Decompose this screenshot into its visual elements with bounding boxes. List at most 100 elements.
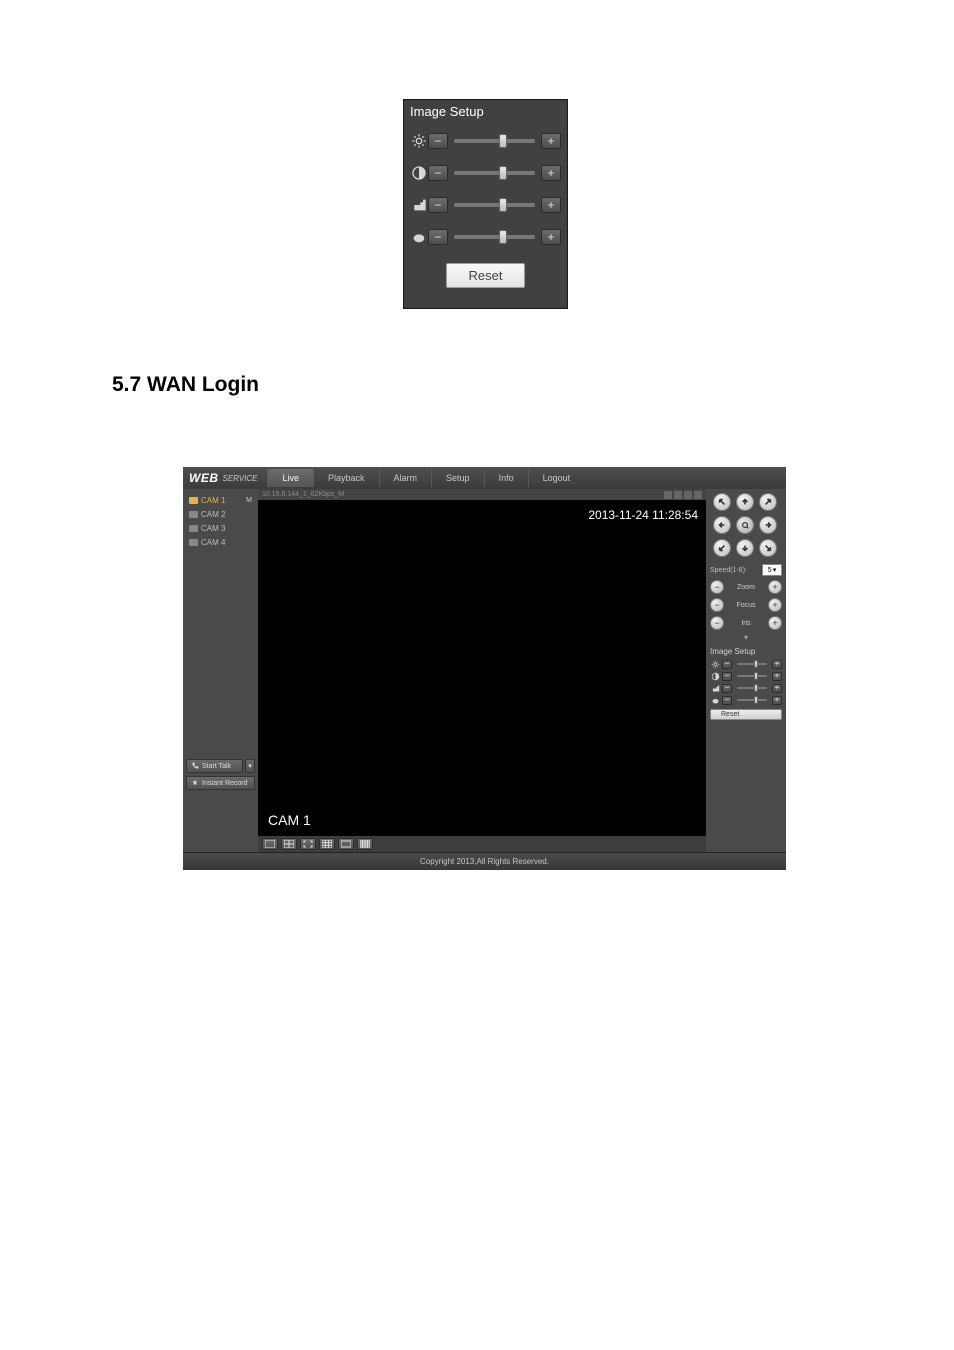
contrast-slider[interactable]	[454, 171, 535, 175]
info-icon-4[interactable]	[694, 491, 702, 499]
camera-icon	[189, 525, 198, 532]
contrast-row: − +	[404, 157, 567, 189]
ptz-down-left-button[interactable]	[713, 539, 731, 557]
layout-3x3-button[interactable]	[319, 838, 335, 850]
ptz-down-button[interactable]	[736, 539, 754, 557]
zoom-out-button[interactable]: −	[710, 580, 724, 594]
brightness-minus-button[interactable]: −	[428, 133, 448, 149]
layout-2x2-button[interactable]	[281, 838, 297, 850]
layout-fullscreen-button[interactable]	[300, 838, 316, 850]
info-icon-1[interactable]	[664, 491, 672, 499]
main-area: 10.15.6.144_1_62Kbps_M 2013-11-24 11:28:…	[258, 489, 706, 852]
start-talk-dropdown[interactable]: ▾	[245, 759, 255, 773]
mini-brightness-plus[interactable]: +	[772, 660, 782, 669]
saturation-minus-button[interactable]: −	[428, 197, 448, 213]
web-service-app: WEB SERVICE Live Playback Alarm Setup In…	[183, 467, 786, 870]
hue-plus-button[interactable]: +	[541, 229, 561, 245]
contrast-icon	[410, 164, 428, 182]
sidebar-cam-1[interactable]: CAM 1 M	[186, 493, 255, 507]
mini-hue-minus[interactable]: −	[722, 696, 732, 705]
speed-label: Speed(1-8):	[710, 567, 747, 574]
ptz-left-button[interactable]	[713, 516, 731, 534]
tab-live[interactable]: Live	[267, 469, 313, 487]
brightness-icon	[710, 659, 720, 669]
mini-brightness-row: − +	[710, 658, 782, 670]
mini-brightness-slider[interactable]	[737, 663, 767, 665]
cam-label: CAM 1	[201, 496, 225, 505]
contrast-plus-button[interactable]: +	[541, 165, 561, 181]
image-setup-panel: Image Setup − + − + − + − + Rese	[403, 99, 568, 309]
osd-timestamp: 2013-11-24 11:28:54	[588, 508, 698, 522]
focus-in-button[interactable]: +	[768, 598, 782, 612]
hue-icon	[410, 228, 428, 246]
brightness-icon	[410, 132, 428, 150]
ptz-center-button[interactable]	[736, 516, 754, 534]
video-viewport[interactable]: 2013-11-24 11:28:54 CAM 1	[258, 500, 706, 836]
camera-icon	[189, 539, 198, 546]
start-talk-button[interactable]: Start Talk	[186, 759, 243, 773]
tab-info[interactable]: Info	[484, 469, 528, 487]
mini-reset-button[interactable]: Reset	[710, 709, 782, 720]
contrast-minus-button[interactable]: −	[428, 165, 448, 181]
cam-label: CAM 2	[201, 510, 225, 519]
sidebar-cam-2[interactable]: CAM 2	[186, 507, 255, 521]
hue-row: − +	[404, 221, 567, 253]
mini-contrast-row: − +	[710, 670, 782, 682]
contrast-icon	[710, 671, 720, 681]
video-info-bar: 10.15.6.144_1_62Kbps_M	[258, 489, 706, 500]
focus-out-button[interactable]: −	[710, 598, 724, 612]
iris-close-button[interactable]: −	[710, 616, 724, 630]
app-logo: WEB	[189, 471, 219, 485]
layout-1x1-button[interactable]	[262, 838, 278, 850]
hue-minus-button[interactable]: −	[428, 229, 448, 245]
mini-saturation-row: − +	[710, 682, 782, 694]
mini-saturation-slider[interactable]	[737, 687, 767, 689]
layout-4x4-button[interactable]	[357, 838, 373, 850]
mini-contrast-plus[interactable]: +	[772, 672, 782, 681]
mini-contrast-minus[interactable]: −	[722, 672, 732, 681]
zoom-in-button[interactable]: +	[768, 580, 782, 594]
tab-alarm[interactable]: Alarm	[379, 469, 432, 487]
layout-wide-button[interactable]	[338, 838, 354, 850]
app-footer: Copyright 2013,All Rights Reserved.	[183, 852, 786, 870]
brightness-slider[interactable]	[454, 139, 535, 143]
ptz-up-button[interactable]	[736, 493, 754, 511]
camera-icon	[189, 511, 198, 518]
mini-saturation-minus[interactable]: −	[722, 684, 732, 693]
mini-image-setup-title: Image Setup	[710, 645, 782, 658]
image-setup-title: Image Setup	[404, 100, 567, 125]
mini-contrast-slider[interactable]	[737, 675, 767, 677]
tab-setup[interactable]: Setup	[431, 469, 484, 487]
cam-suffix: M	[246, 497, 252, 504]
mini-brightness-minus[interactable]: −	[722, 660, 732, 669]
tab-playback[interactable]: Playback	[313, 469, 379, 487]
camera-sidebar: CAM 1 M CAM 2 CAM 3 CAM 4 Start Talk ▾	[183, 489, 258, 852]
expand-icon[interactable]: ▾	[710, 633, 782, 642]
image-setup-reset-button[interactable]: Reset	[446, 263, 526, 288]
mini-saturation-plus[interactable]: +	[772, 684, 782, 693]
phone-icon	[191, 762, 199, 770]
tab-logout[interactable]: Logout	[528, 469, 585, 487]
brightness-plus-button[interactable]: +	[541, 133, 561, 149]
ptz-up-left-button[interactable]	[713, 493, 731, 511]
ptz-up-right-button[interactable]	[759, 493, 777, 511]
hue-slider[interactable]	[454, 235, 535, 239]
speed-select[interactable]: 5▾	[762, 564, 782, 576]
ptz-right-button[interactable]	[759, 516, 777, 534]
stream-info: 10.15.6.144_1_62Kbps_M	[262, 491, 344, 498]
sidebar-cam-4[interactable]: CAM 4	[186, 535, 255, 549]
info-icon-3[interactable]	[684, 491, 692, 499]
info-icon-2[interactable]	[674, 491, 682, 499]
instant-record-button[interactable]: Instant Record	[186, 776, 255, 790]
mini-hue-slider[interactable]	[737, 699, 767, 701]
cam-label: CAM 4	[201, 538, 225, 547]
info-icons	[664, 491, 702, 499]
iris-open-button[interactable]: +	[768, 616, 782, 630]
sidebar-cam-3[interactable]: CAM 3	[186, 521, 255, 535]
saturation-plus-button[interactable]: +	[541, 197, 561, 213]
record-icon	[191, 779, 199, 787]
saturation-slider[interactable]	[454, 203, 535, 207]
zoom-label: Zoom	[737, 584, 755, 591]
mini-hue-plus[interactable]: +	[772, 696, 782, 705]
ptz-down-right-button[interactable]	[759, 539, 777, 557]
